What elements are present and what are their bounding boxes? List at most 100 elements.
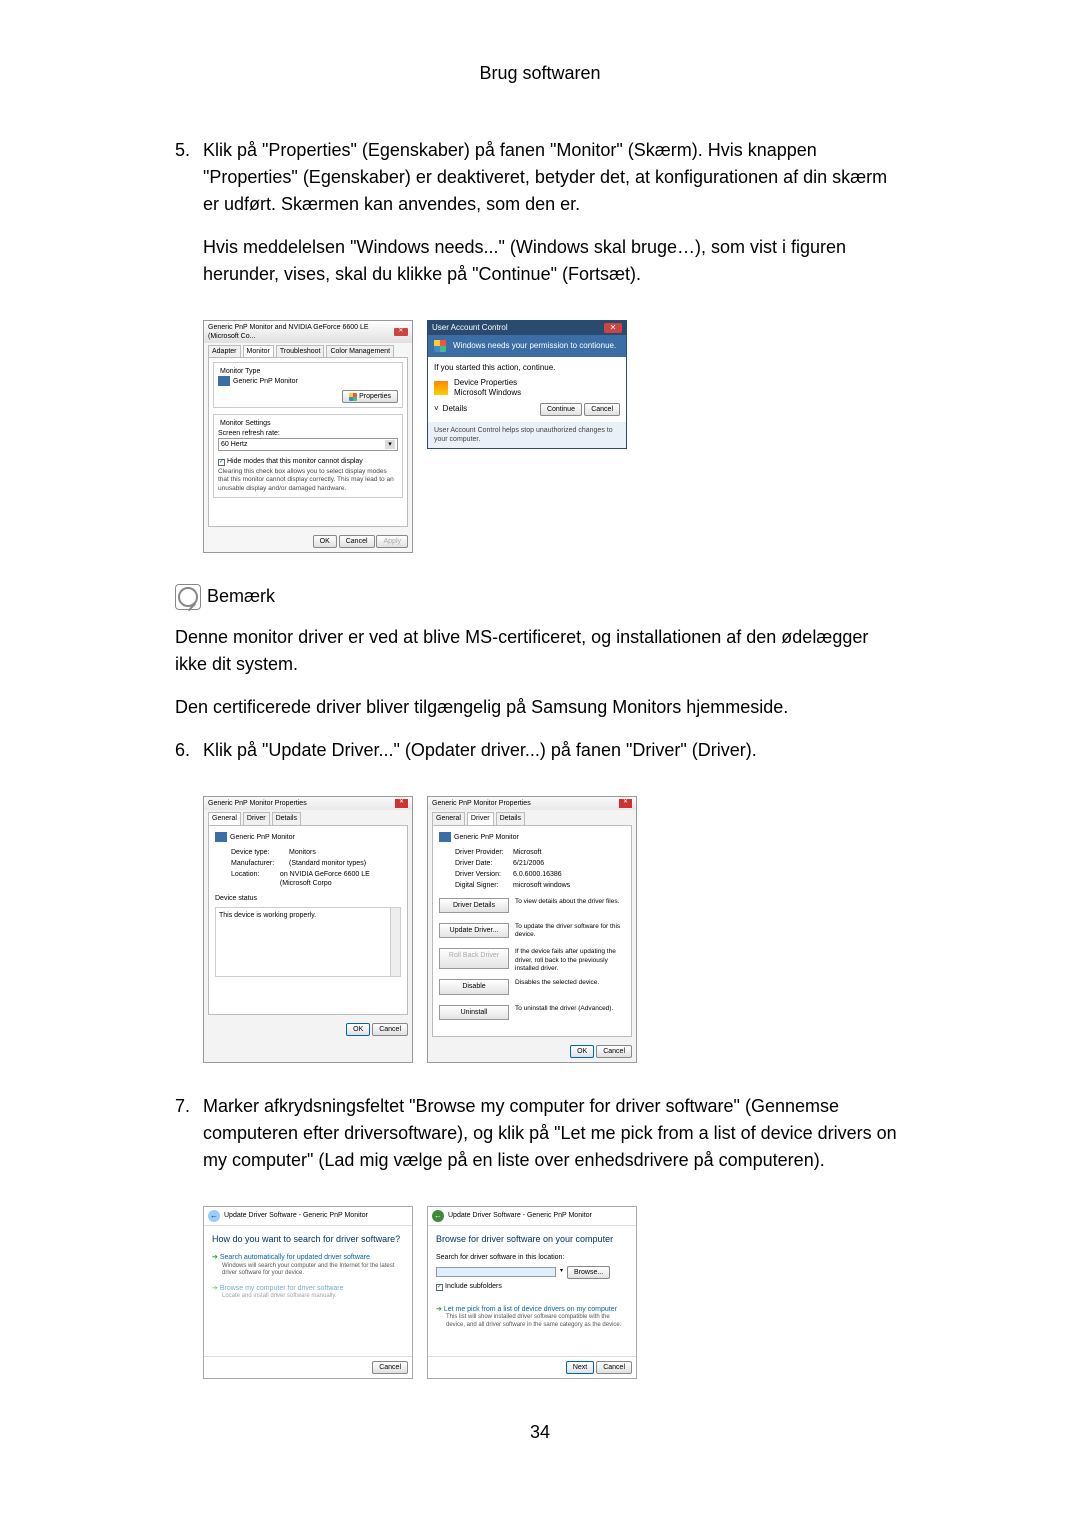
- uac-if-you-started: If you started this action, continue.: [434, 363, 620, 373]
- continue-button[interactable]: Continue: [540, 403, 582, 416]
- tab-troubleshoot[interactable]: Troubleshoot: [276, 345, 325, 357]
- uac-device-properties: Device Properties: [454, 378, 521, 388]
- refresh-rate-label: Screen refresh rate:: [218, 429, 398, 438]
- wizard-heading: Browse for driver software on your compu…: [436, 1234, 628, 1246]
- refresh-rate-dropdown[interactable]: 60 Hertz ▾: [218, 438, 398, 451]
- monitor-icon: [439, 832, 451, 842]
- uninstall-button[interactable]: Uninstall: [439, 1005, 509, 1020]
- browse-button[interactable]: Browse...: [567, 1266, 610, 1279]
- hide-modes-checkbox[interactable]: ✓: [218, 459, 225, 466]
- device-props-driver-dialog: Generic PnP Monitor Properties ✕ General…: [427, 796, 637, 1062]
- monitor-settings-label: Monitor Settings: [218, 419, 273, 428]
- details-label[interactable]: Details: [443, 404, 467, 414]
- monitor-icon: [218, 376, 230, 386]
- step-7: 7. Marker afkrydsningsfeltet "Browse my …: [175, 1093, 905, 1190]
- tab-strip: General Driver Details: [204, 810, 412, 824]
- close-icon[interactable]: ✕: [619, 799, 632, 808]
- scrollbar[interactable]: [390, 908, 400, 976]
- back-icon[interactable]: ←: [432, 1210, 444, 1222]
- option-search-auto[interactable]: Search automatically for updated driver …: [212, 1253, 404, 1278]
- step-6: 6. Klik på "Update Driver..." (Opdater d…: [175, 737, 905, 780]
- tab-monitor[interactable]: Monitor: [243, 345, 274, 357]
- tab-details[interactable]: Details: [272, 812, 301, 824]
- monitor-icon: [215, 832, 227, 842]
- cancel-button[interactable]: Cancel: [372, 1361, 408, 1374]
- step-5-text-1: Klik på "Properties" (Egenskaber) på fan…: [203, 137, 905, 218]
- step-7-figures: ← Update Driver Software - Generic PnP M…: [175, 1206, 905, 1379]
- tab-driver[interactable]: Driver: [243, 812, 270, 824]
- close-icon[interactable]: ✕: [604, 323, 622, 333]
- step-5-figures: Generic PnP Monitor and NVIDIA GeForce 6…: [175, 320, 905, 553]
- note-icon: [175, 584, 201, 610]
- uac-ms-windows: Microsoft Windows: [454, 388, 521, 398]
- uac-dialog: User Account Control ✕ Windows needs you…: [427, 320, 627, 449]
- details-expand-icon[interactable]: ˅: [434, 404, 439, 414]
- tab-strip: General Driver Details: [428, 810, 636, 824]
- disable-button[interactable]: Disable: [439, 979, 509, 994]
- include-subfolders-checkbox[interactable]: ✓: [436, 1284, 443, 1291]
- cancel-button[interactable]: Cancel: [596, 1361, 632, 1374]
- hide-modes-desc: Clearing this check box allows you to se…: [218, 468, 398, 493]
- device-properties-icon: [434, 381, 448, 395]
- next-button[interactable]: Next: [566, 1361, 594, 1374]
- uac-title: User Account Control: [432, 323, 508, 333]
- ok-button[interactable]: OK: [313, 535, 337, 548]
- cancel-button[interactable]: Cancel: [339, 535, 375, 548]
- monitor-properties-dialog: Generic PnP Monitor and NVIDIA GeForce 6…: [203, 320, 413, 553]
- dialog-title: Generic PnP Monitor and NVIDIA GeForce 6…: [208, 323, 394, 341]
- step-5: 5. Klik på "Properties" (Egenskaber) på …: [175, 137, 905, 304]
- step-number: 6.: [175, 737, 203, 780]
- note-p1: Denne monitor driver er ved at blive MS-…: [175, 624, 905, 678]
- step-6-figures: Generic PnP Monitor Properties ✕ General…: [175, 796, 905, 1062]
- note-heading-row: Bemærk: [175, 583, 905, 610]
- monitor-name: Generic PnP Monitor: [233, 378, 298, 385]
- rollback-driver-button[interactable]: Roll Back Driver: [439, 948, 509, 969]
- update-driver-wizard-browse: ← Update Driver Software - Generic PnP M…: [427, 1206, 637, 1379]
- step-number: 7.: [175, 1093, 203, 1190]
- cancel-button[interactable]: Cancel: [596, 1045, 632, 1058]
- tab-strip: Adapter Monitor Troubleshoot Color Manag…: [204, 343, 412, 357]
- tab-color-management[interactable]: Color Management: [326, 345, 394, 357]
- uac-footer: User Account Control helps stop unauthor…: [428, 422, 626, 448]
- ok-button[interactable]: OK: [346, 1023, 370, 1036]
- close-icon[interactable]: ✕: [395, 799, 408, 808]
- include-subfolders-label: Include subfolders: [445, 1283, 502, 1290]
- location-input[interactable]: [436, 1267, 556, 1277]
- wizard-breadcrumb-row: ← Update Driver Software - Generic PnP M…: [428, 1207, 636, 1226]
- ok-button[interactable]: OK: [570, 1045, 594, 1058]
- device-status-label: Device status: [215, 894, 401, 903]
- apply-button[interactable]: Apply: [376, 535, 408, 548]
- option-let-me-pick[interactable]: Let me pick from a list of device driver…: [436, 1305, 628, 1330]
- dialog-title: Generic PnP Monitor Properties: [432, 799, 531, 808]
- tab-adapter[interactable]: Adapter: [208, 345, 241, 357]
- step-6-text: Klik på "Update Driver..." (Opdater driv…: [203, 737, 905, 764]
- cancel-button[interactable]: Cancel: [584, 403, 620, 416]
- tab-details[interactable]: Details: [496, 812, 525, 824]
- cancel-button[interactable]: Cancel: [372, 1023, 408, 1036]
- hide-modes-label: Hide modes that this monitor cannot disp…: [227, 458, 363, 465]
- step-number: 5.: [175, 137, 203, 304]
- update-driver-button[interactable]: Update Driver...: [439, 923, 509, 938]
- device-name: Generic PnP Monitor: [454, 833, 519, 840]
- uac-banner: Windows needs your permission to contion…: [428, 335, 626, 357]
- search-location-label: Search for driver software in this locat…: [436, 1253, 628, 1262]
- page-header: Brug softwaren: [175, 60, 905, 87]
- back-icon[interactable]: ←: [208, 1210, 220, 1222]
- step-5-text-2: Hvis meddelelsen "Windows needs..." (Win…: [203, 234, 905, 288]
- wizard-heading: How do you want to search for driver sof…: [212, 1234, 404, 1246]
- option-browse-computer[interactable]: Browse my computer for driver software L…: [212, 1284, 404, 1301]
- close-icon[interactable]: ✕: [394, 328, 408, 336]
- update-driver-wizard-search: ← Update Driver Software - Generic PnP M…: [203, 1206, 413, 1379]
- shield-icon: [434, 340, 446, 352]
- tab-driver[interactable]: Driver: [467, 812, 494, 824]
- tab-general[interactable]: General: [208, 812, 241, 824]
- note-p2: Den certificerede driver bliver tilgænge…: [175, 694, 905, 721]
- step-7-text: Marker afkrydsningsfeltet "Browse my com…: [203, 1093, 905, 1174]
- device-props-general-dialog: Generic PnP Monitor Properties ✕ General…: [203, 796, 413, 1062]
- tab-general[interactable]: General: [432, 812, 465, 824]
- properties-button[interactable]: Properties: [342, 390, 398, 403]
- driver-details-button[interactable]: Driver Details: [439, 898, 509, 913]
- wizard-breadcrumb: Update Driver Software - Generic PnP Mon…: [224, 1211, 368, 1220]
- monitor-type-label: Monitor Type: [218, 367, 262, 376]
- dialog-title: Generic PnP Monitor Properties: [208, 799, 307, 808]
